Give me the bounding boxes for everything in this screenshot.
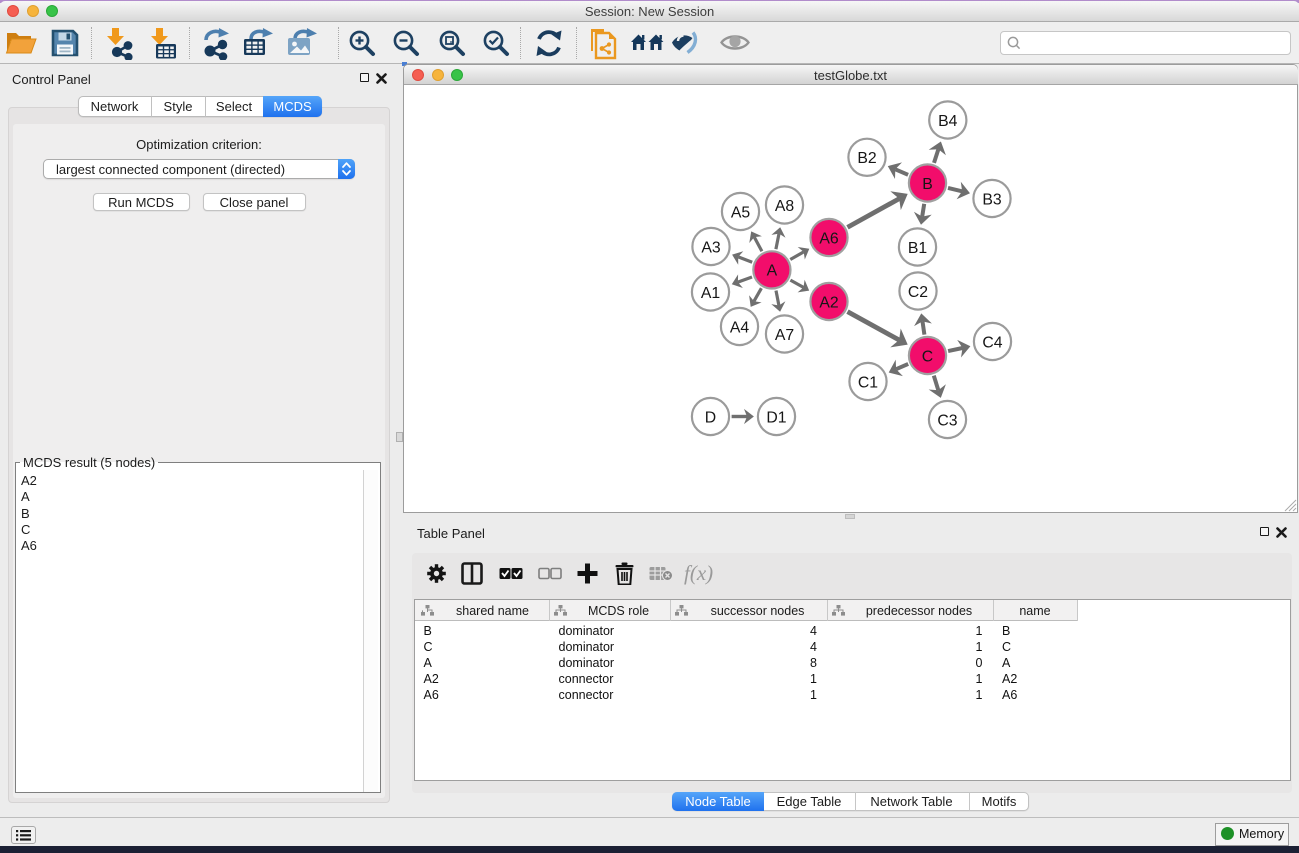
svg-text:C: C — [922, 348, 933, 365]
svg-text:C4: C4 — [982, 334, 1002, 351]
svg-text:D: D — [705, 409, 716, 426]
svg-text:B4: B4 — [938, 113, 958, 130]
svg-text:B1: B1 — [908, 240, 928, 257]
svg-text:A3: A3 — [701, 239, 721, 256]
svg-text:D1: D1 — [766, 409, 786, 426]
svg-text:C2: C2 — [908, 284, 928, 301]
svg-text:A4: A4 — [730, 319, 750, 336]
svg-text:A8: A8 — [775, 198, 795, 215]
svg-text:A7: A7 — [775, 327, 794, 344]
svg-text:A: A — [767, 263, 778, 280]
svg-text:C1: C1 — [858, 374, 878, 391]
svg-text:B: B — [922, 176, 933, 193]
svg-text:A2: A2 — [819, 294, 838, 311]
svg-text:A6: A6 — [819, 230, 839, 247]
svg-text:B2: B2 — [857, 150, 876, 167]
svg-text:B3: B3 — [982, 191, 1002, 208]
svg-text:A5: A5 — [731, 204, 751, 221]
svg-text:C3: C3 — [937, 412, 957, 429]
svg-text:A1: A1 — [701, 285, 721, 302]
